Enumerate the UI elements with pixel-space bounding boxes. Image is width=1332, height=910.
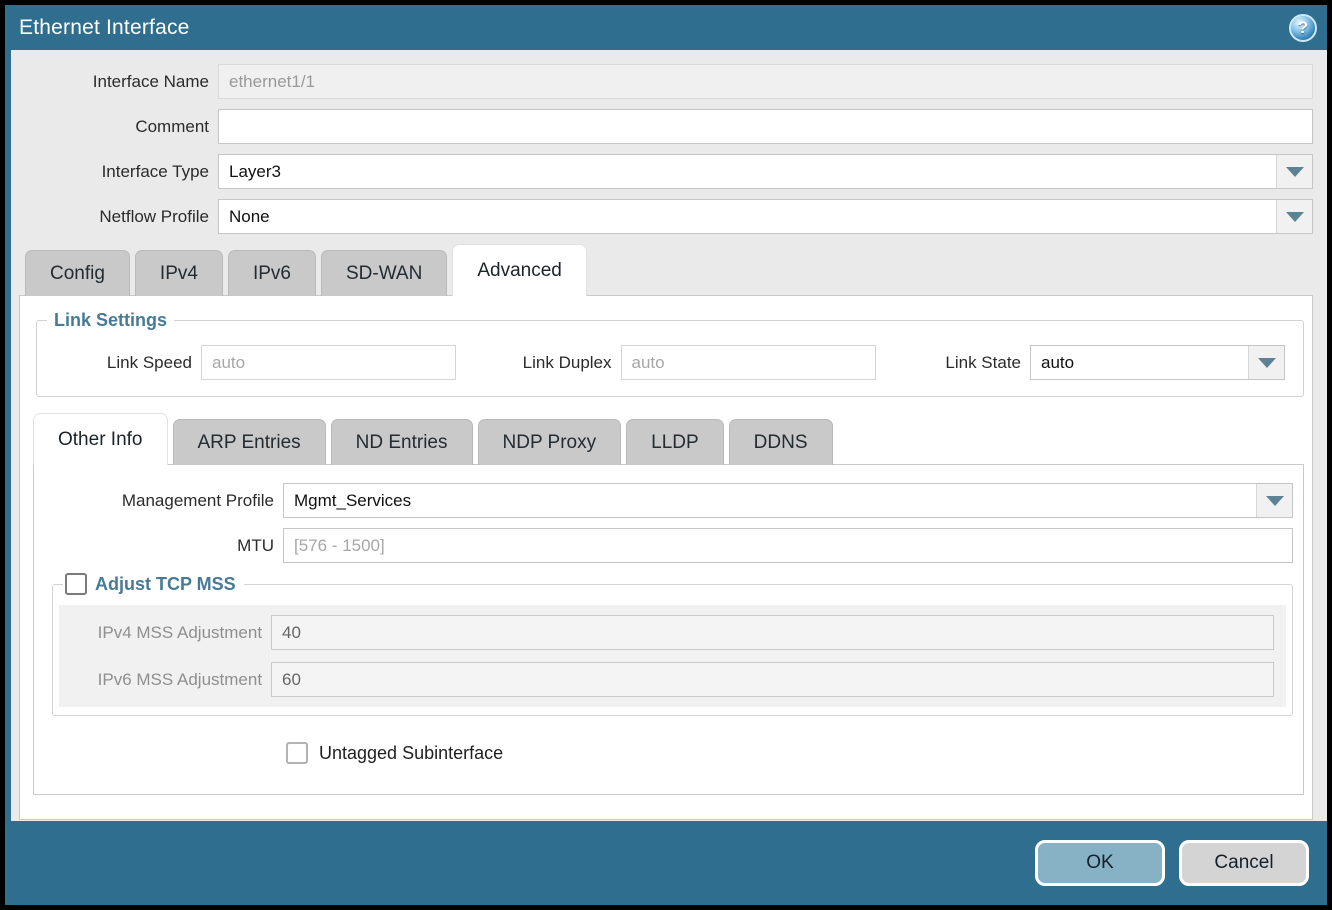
other-info-tabstrip: Other Info ARP Entries ND Entries NDP Pr… — [20, 413, 1312, 465]
link-state-group: Link State auto — [926, 345, 1285, 380]
chevron-down-icon — [1286, 167, 1304, 177]
interface-name-row: Interface Name — [19, 64, 1313, 99]
tab-advanced[interactable]: Advanced — [452, 244, 587, 296]
advanced-tab-panel: Link Settings Link Speed Link Duplex Lin… — [19, 295, 1313, 820]
link-state-value: auto — [1031, 346, 1248, 379]
cancel-button[interactable]: Cancel — [1179, 840, 1309, 886]
tab-nd-entries[interactable]: ND Entries — [331, 419, 473, 465]
interface-type-dropdown-button[interactable] — [1276, 155, 1312, 188]
interface-name-label: Interface Name — [19, 72, 209, 92]
link-state-dropdown-button[interactable] — [1248, 346, 1284, 379]
ok-button[interactable]: OK — [1035, 840, 1165, 886]
untagged-subinterface-row: Untagged Subinterface — [286, 742, 1303, 764]
management-profile-value: Mgmt_Services — [284, 484, 1256, 517]
mss-disabled-area: IPv4 MSS Adjustment IPv6 MSS Adjustment — [59, 605, 1286, 707]
link-duplex-group: Link Duplex — [507, 345, 876, 380]
link-settings-fieldset: Link Settings Link Speed Link Duplex Lin… — [36, 310, 1304, 397]
tab-arp-entries[interactable]: ARP Entries — [173, 419, 326, 465]
tab-ddns[interactable]: DDNS — [729, 419, 833, 465]
chevron-down-icon — [1286, 212, 1304, 222]
interface-name-input — [218, 64, 1313, 99]
untagged-subinterface-checkbox[interactable] — [286, 742, 308, 764]
adjust-tcp-mss-legend: Adjust TCP MSS — [63, 573, 244, 595]
dialog-title: Ethernet Interface — [19, 16, 190, 40]
untagged-subinterface-label: Untagged Subinterface — [319, 743, 503, 764]
tab-ipv4[interactable]: IPv4 — [135, 250, 223, 296]
link-settings-row: Link Speed Link Duplex Link State auto — [37, 341, 1303, 380]
interface-type-label: Interface Type — [19, 162, 209, 182]
mtu-label: MTU — [34, 536, 274, 556]
interface-type-row: Interface Type Layer3 — [19, 154, 1313, 189]
management-profile-row: Management Profile Mgmt_Services — [34, 483, 1303, 518]
link-settings-legend: Link Settings — [47, 310, 174, 331]
netflow-profile-dropdown-button[interactable] — [1276, 200, 1312, 233]
link-speed-input[interactable] — [201, 345, 456, 380]
tab-lldp[interactable]: LLDP — [626, 419, 724, 465]
tab-other-info[interactable]: Other Info — [33, 413, 168, 465]
link-state-select[interactable]: auto — [1030, 345, 1285, 380]
interface-type-select[interactable]: Layer3 — [218, 154, 1313, 189]
tab-config[interactable]: Config — [25, 250, 130, 296]
dialog-footer: OK Cancel — [5, 821, 1327, 905]
ethernet-interface-dialog: Ethernet Interface ? Interface Name Comm… — [5, 5, 1327, 905]
dialog-body: Interface Name Comment Interface Type La… — [5, 50, 1327, 821]
tab-ipv6[interactable]: IPv6 — [228, 250, 316, 296]
management-profile-dropdown-button[interactable] — [1256, 484, 1292, 517]
link-duplex-input[interactable] — [621, 345, 876, 380]
management-profile-label: Management Profile — [34, 491, 274, 511]
comment-label: Comment — [19, 117, 209, 137]
chevron-down-icon — [1258, 358, 1276, 368]
netflow-profile-value: None — [219, 200, 1276, 233]
mtu-row: MTU — [34, 528, 1303, 563]
ipv6-mss-label: IPv6 MSS Adjustment — [71, 670, 262, 690]
netflow-profile-row: Netflow Profile None — [19, 199, 1313, 234]
netflow-profile-label: Netflow Profile — [19, 207, 209, 227]
tab-sd-wan[interactable]: SD-WAN — [321, 250, 447, 296]
interface-type-value: Layer3 — [219, 155, 1276, 188]
management-profile-select[interactable]: Mgmt_Services — [283, 483, 1293, 518]
other-info-panel: Management Profile Mgmt_Services MTU — [33, 464, 1304, 795]
link-speed-group: Link Speed — [47, 345, 456, 380]
mtu-input[interactable] — [283, 528, 1293, 563]
ipv4-mss-input — [271, 615, 1274, 650]
netflow-profile-select[interactable]: None — [218, 199, 1313, 234]
link-speed-label: Link Speed — [47, 353, 192, 373]
main-tabstrip: Config IPv4 IPv6 SD-WAN Advanced — [19, 244, 1313, 296]
adjust-tcp-mss-fieldset: Adjust TCP MSS IPv4 MSS Adjustment IPv6 … — [52, 573, 1293, 716]
link-duplex-label: Link Duplex — [507, 353, 612, 373]
comment-row: Comment — [19, 109, 1313, 144]
adjust-tcp-mss-checkbox[interactable] — [65, 573, 87, 595]
ipv6-mss-row: IPv6 MSS Adjustment — [71, 662, 1274, 697]
chevron-down-icon — [1266, 496, 1284, 506]
link-state-label: Link State — [926, 353, 1021, 373]
ipv4-mss-row: IPv4 MSS Adjustment — [71, 615, 1274, 650]
ipv6-mss-input — [271, 662, 1274, 697]
adjust-tcp-mss-label: Adjust TCP MSS — [95, 574, 236, 595]
dialog-titlebar: Ethernet Interface ? — [5, 5, 1327, 50]
tab-ndp-proxy[interactable]: NDP Proxy — [478, 419, 622, 465]
ipv4-mss-label: IPv4 MSS Adjustment — [71, 623, 262, 643]
comment-input[interactable] — [218, 109, 1313, 144]
help-icon[interactable]: ? — [1289, 14, 1317, 42]
